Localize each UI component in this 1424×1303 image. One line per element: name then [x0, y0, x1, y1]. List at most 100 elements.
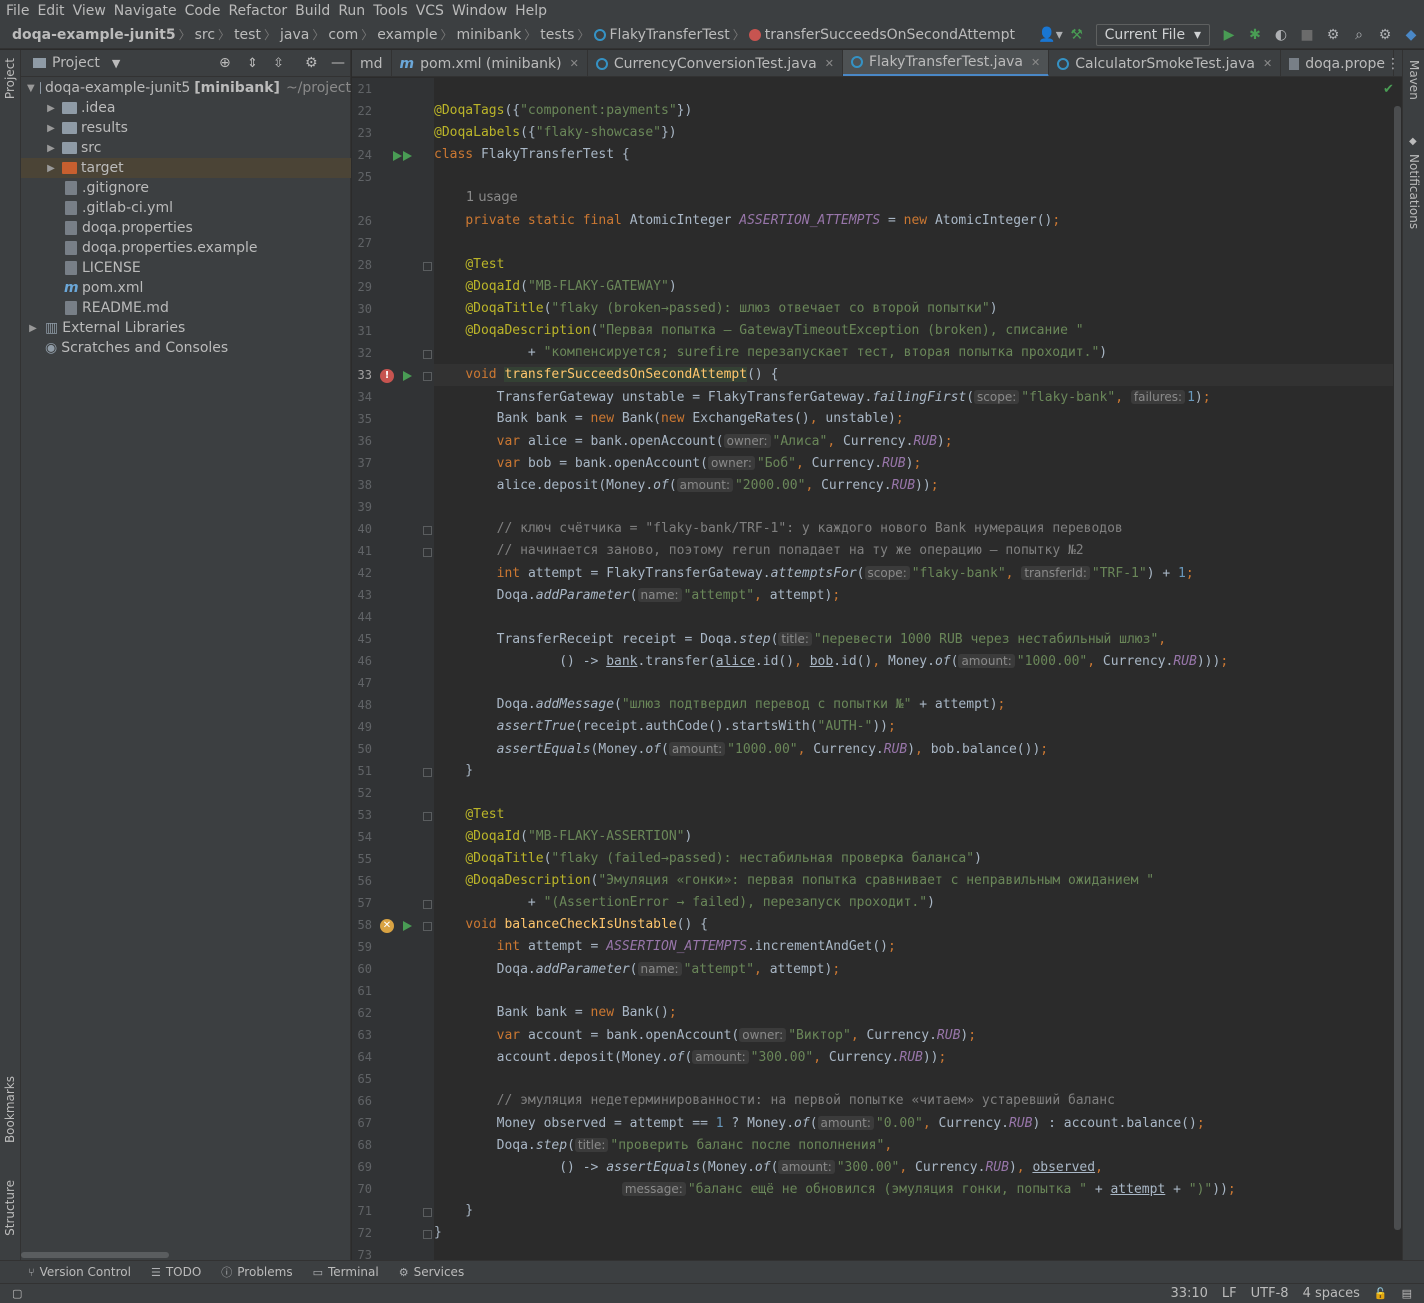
menu-view[interactable]: View — [71, 3, 112, 19]
menu-navigate[interactable]: Navigate — [112, 3, 183, 19]
file-encoding[interactable]: UTF-8 — [1251, 1286, 1289, 1301]
menu-refactor[interactable]: Refactor — [226, 3, 293, 19]
tree-item-idea[interactable]: ▶ .idea — [21, 98, 351, 118]
more-tabs-icon[interactable]: ⋮ — [1386, 56, 1400, 72]
debug-icon[interactable]: ✱ — [1242, 22, 1268, 48]
layout-toggle-icon[interactable]: ▢ — [12, 1287, 22, 1300]
expand-all-icon[interactable]: ⇕ — [247, 56, 258, 71]
fold-marker[interactable] — [423, 922, 432, 931]
run-test-icon[interactable] — [403, 921, 412, 931]
menu-tools[interactable]: Tools — [371, 3, 414, 19]
project-view-title[interactable]: Project — [52, 55, 100, 71]
code-editor[interactable]: @DoqaTags({"component:payments"}) @DoqaL… — [434, 78, 1393, 1260]
close-icon[interactable]: ✕ — [570, 57, 579, 70]
lock-icon[interactable]: 🔓 — [1374, 1287, 1388, 1300]
stop-icon[interactable]: ■ — [1294, 22, 1320, 48]
chevron-right-icon[interactable]: ▶ — [45, 103, 57, 114]
notifications-tool-tab[interactable]: Notifications — [1407, 154, 1421, 229]
chevron-down-icon[interactable]: ▼ — [112, 57, 120, 70]
close-icon[interactable]: ✕ — [825, 57, 834, 70]
run-config-select[interactable]: Current File ▾ — [1095, 24, 1210, 46]
terminal-tool[interactable]: ▭ Terminal — [313, 1265, 379, 1279]
tab-flaky-transfer-test[interactable]: FlakyTransferTest.java ✕ — [842, 50, 1050, 76]
fold-marker[interactable] — [423, 1230, 432, 1239]
tree-item-doqa-properties[interactable]: doqa.properties — [21, 218, 351, 238]
tree-item-scratches[interactable]: ◉ Scratches and Consoles — [21, 338, 351, 358]
fold-marker[interactable] — [423, 1208, 432, 1217]
chevron-right-icon[interactable]: ▶ — [45, 143, 57, 154]
search-icon[interactable]: ⌕ — [1346, 22, 1372, 48]
ide-logo-icon[interactable]: ◆ — [1398, 22, 1424, 48]
menu-vcs[interactable]: VCS — [414, 3, 450, 19]
indent-setting[interactable]: 4 spaces — [1303, 1286, 1360, 1301]
close-icon[interactable]: ✕ — [1263, 57, 1272, 70]
gear-icon[interactable]: ⚙ — [305, 55, 318, 71]
menu-edit[interactable]: Edit — [35, 3, 70, 19]
breadcrumb-class[interactable]: FlakyTransferTest — [610, 27, 730, 43]
breadcrumb-method[interactable]: transferSucceedsOnSecondAttempt — [765, 27, 1015, 43]
version-control-tool[interactable]: ⑂ Version Control — [28, 1265, 131, 1279]
fold-marker[interactable] — [423, 548, 432, 557]
tree-item-gitignore[interactable]: .gitignore — [21, 178, 351, 198]
locate-icon[interactable]: ⊕ — [219, 55, 231, 71]
tree-item-root[interactable]: ▼ doqa-example-junit5 [minibank] ~/proje… — [21, 78, 351, 98]
close-icon[interactable]: ✕ — [1031, 56, 1040, 69]
menu-build[interactable]: Build — [293, 3, 336, 19]
structure-tool-tab[interactable]: Structure — [3, 1180, 17, 1236]
problems-tool[interactable]: ⓘ Problems — [221, 1264, 292, 1280]
tab-calculator-smoke-test[interactable]: CalculatorSmokeTest.java ✕ — [1049, 50, 1282, 76]
tree-item-results[interactable]: ▶ results — [21, 118, 351, 138]
run-test-icon[interactable] — [403, 371, 412, 381]
chevron-down-icon[interactable]: ▼ — [27, 83, 35, 94]
tree-item-license[interactable]: LICENSE — [21, 258, 351, 278]
menu-run[interactable]: Run — [336, 3, 371, 19]
tab-pom[interactable]: m pom.xml (minibank) ✕ — [392, 50, 588, 76]
fold-marker[interactable] — [423, 350, 432, 359]
tree-item-external-libraries[interactable]: ▶ ▥ External Libraries — [21, 318, 351, 338]
hide-icon[interactable]: — — [331, 55, 345, 71]
tree-item-doqa-properties-example[interactable]: doqa.properties.example — [21, 238, 351, 258]
tree-item-target[interactable]: ▶ target — [21, 158, 351, 178]
bookmarks-tool-tab[interactable]: Bookmarks — [3, 1076, 17, 1143]
breadcrumb-tests[interactable]: tests — [540, 27, 574, 43]
test-error-icon[interactable]: ! — [380, 369, 394, 383]
usage-hint[interactable]: 1 usage — [466, 190, 518, 205]
build-hammer-icon[interactable]: ⚒ — [1064, 22, 1090, 48]
run-test-icon[interactable] — [403, 151, 412, 161]
breadcrumb-example[interactable]: example — [377, 27, 437, 43]
tree-item-src[interactable]: ▶ src — [21, 138, 351, 158]
tree-item-pom[interactable]: m pom.xml — [21, 278, 351, 298]
chevron-right-icon[interactable]: ▶ — [45, 123, 57, 134]
todo-tool[interactable]: ☰ TODO — [151, 1265, 201, 1279]
project-tool-tab[interactable]: Project — [3, 58, 17, 99]
breadcrumb-java[interactable]: java — [280, 27, 309, 43]
fold-marker[interactable] — [423, 768, 432, 777]
user-icon[interactable]: 👤▾ — [1038, 22, 1064, 48]
tab-readme[interactable]: md — [352, 50, 392, 76]
fold-marker[interactable] — [423, 372, 432, 381]
fold-marker[interactable] — [423, 900, 432, 909]
fold-marker[interactable] — [423, 262, 432, 271]
caret-position[interactable]: 33:10 — [1170, 1286, 1207, 1301]
maven-tool-tab[interactable]: Maven — [1407, 60, 1421, 100]
collapse-all-icon[interactable]: ⇳ — [273, 56, 284, 71]
breadcrumb-com[interactable]: com — [328, 27, 358, 43]
breadcrumb-project[interactable]: doqa-example-junit5 — [12, 27, 176, 43]
settings-gear-icon[interactable]: ⚙ — [1372, 22, 1398, 48]
menu-window[interactable]: Window — [450, 3, 513, 19]
memory-indicator-icon[interactable]: ▤ — [1402, 1287, 1412, 1300]
line-separator[interactable]: LF — [1222, 1286, 1237, 1301]
no-problems-check-icon[interactable]: ✔ — [1383, 82, 1394, 97]
scroll-thumb[interactable] — [1394, 106, 1401, 1230]
menu-code[interactable]: Code — [183, 3, 227, 19]
menu-help[interactable]: Help — [513, 3, 553, 19]
chevron-right-icon[interactable]: ▶ — [45, 163, 57, 174]
tree-item-gitlab-ci[interactable]: .gitlab-ci.yml — [21, 198, 351, 218]
run-class-icon[interactable] — [393, 151, 402, 161]
breadcrumb-src[interactable]: src — [195, 27, 215, 43]
chevron-right-icon[interactable]: ▶ — [27, 323, 39, 334]
coverage-icon[interactable]: ◐ — [1268, 22, 1294, 48]
tab-doqa-properties[interactable]: doqa.prope — [1281, 50, 1394, 76]
test-failed-icon[interactable]: ✕ — [380, 919, 394, 933]
services-tool[interactable]: ⚙ Services — [399, 1265, 464, 1279]
